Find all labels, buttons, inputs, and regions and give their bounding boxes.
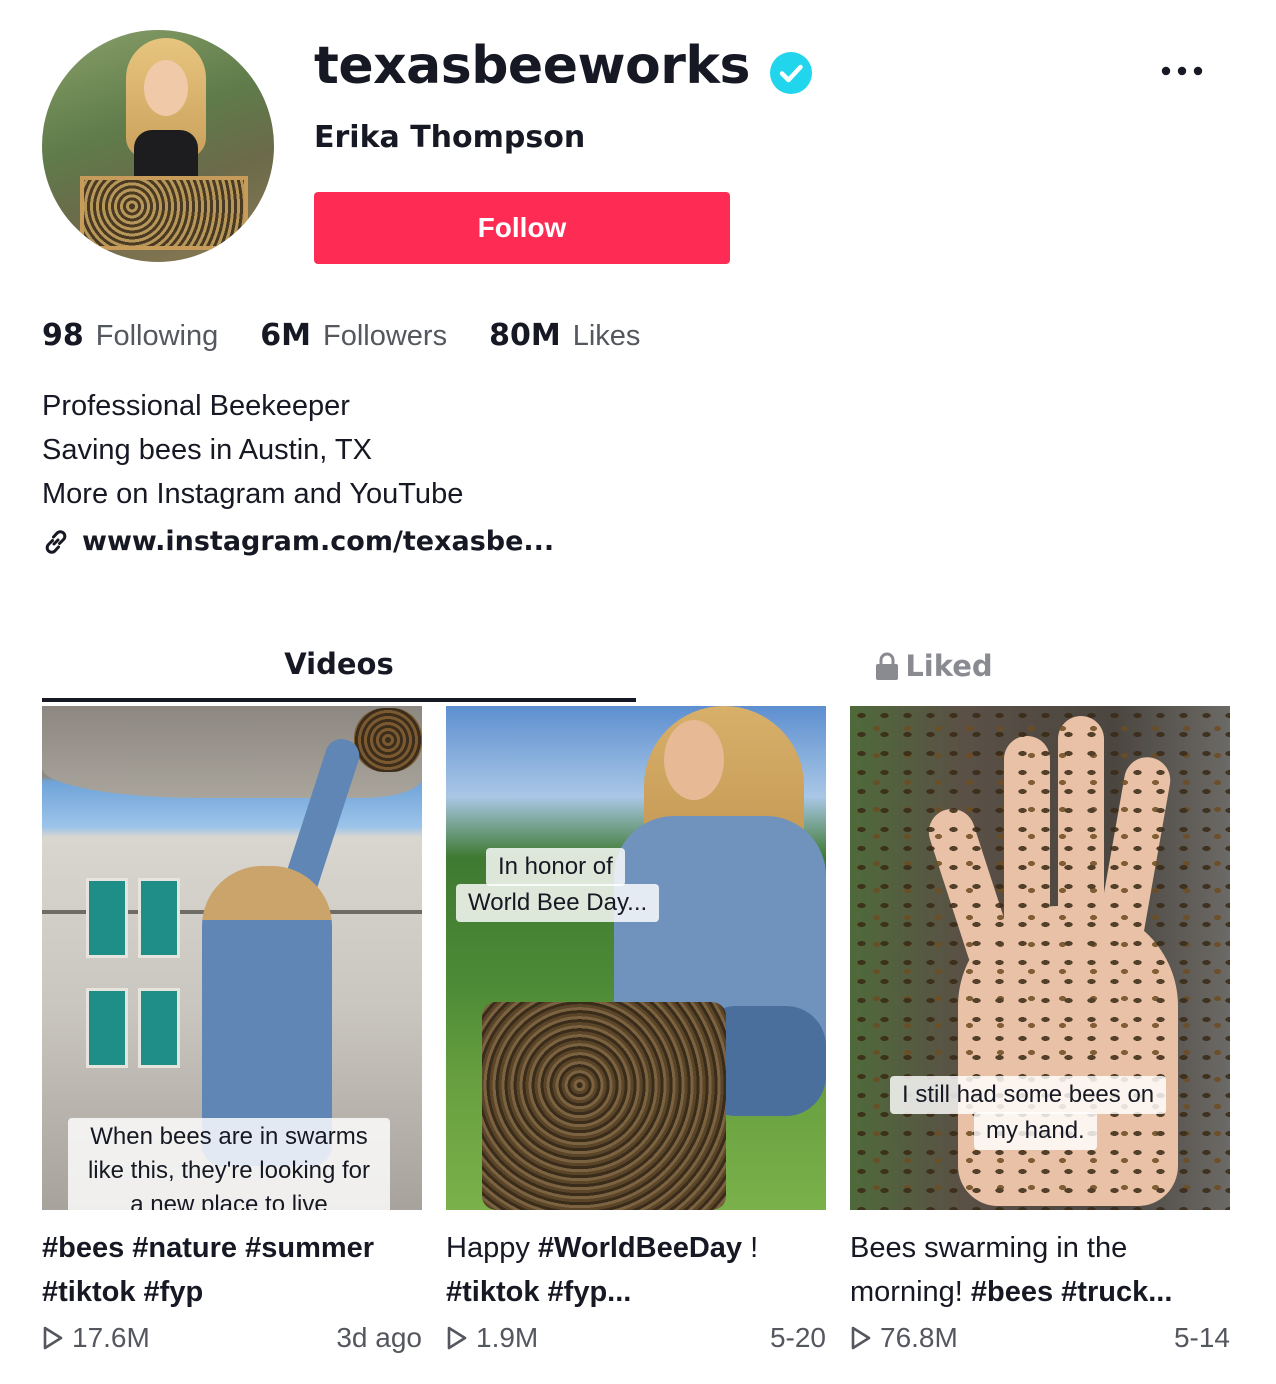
video-overlay-caption: my hand. [974,1112,1097,1150]
video-thumbnail[interactable]: When bees are in swarms like this, they'… [42,706,422,1210]
play-icon [851,1326,871,1350]
video-desc-text: Bees swarming in the [850,1232,1128,1264]
video-description: #bees #nature #summer #tiktok #fyp [42,1226,422,1314]
tab-label: Videos [284,647,394,681]
stat-label: Likes [572,320,641,352]
verified-check-icon [770,52,812,94]
video-hashtags[interactable]: #WorldBeeDay [538,1232,742,1264]
bio-line: More on Instagram and YouTube [42,478,464,510]
video-meta: 76.8M 5-14 [850,1322,1230,1354]
profile-username: texasbeeworks [314,36,750,96]
video-thumbnail[interactable]: I still had some bees on my hand. [850,706,1230,1210]
tab-label: Liked [905,649,993,683]
overlay-line: World Bee Day... [468,889,648,916]
stat-following[interactable]: 98 Following [42,318,218,353]
video-overlay-caption: When bees are in swarms like this, they'… [68,1118,390,1210]
video-description: Happy #WorldBeeDay ! #tiktok #fyp... [446,1226,826,1314]
bio-line: Professional Beekeeper [42,390,350,422]
overlay-line: In honor of [498,853,613,880]
profile-nickname: Erika Thompson [314,120,586,155]
stat-followers[interactable]: 6M Followers [260,318,447,353]
follow-button[interactable]: Follow [314,192,730,264]
video-view-count: 17.6M [72,1322,150,1353]
video-card[interactable]: When bees are in swarms like this, they'… [42,706,422,1354]
video-desc-text: morning! [850,1276,971,1308]
profile-avatar [42,30,274,262]
video-date: 5-14 [1173,1322,1230,1353]
profile-tabs: Videos Liked [42,630,1230,702]
profile-stats: 98 Following 6M Followers 80M Likes [42,318,640,353]
link-icon [45,529,67,554]
video-desc-text: ! [742,1232,759,1264]
video-hashtags[interactable]: #tiktok #fyp [42,1276,203,1308]
stat-likes: 80M Likes [489,318,640,353]
video-hashtags[interactable]: #bees #nature #summer [42,1232,374,1264]
video-meta: 17.6M 3d ago [42,1322,422,1354]
video-overlay-caption: I still had some bees on [890,1076,1167,1114]
profile-bio: Professional Beekeeper Saving bees in Au… [42,384,463,516]
video-date: 3d ago [336,1322,422,1353]
stat-label: Following [95,320,219,352]
video-views: 76.8M [850,1322,958,1354]
overlay-line: my hand. [986,1117,1085,1144]
video-overlay-caption: In honor of [486,848,625,886]
play-icon [43,1326,63,1350]
bio-link-text: www.instagram.com/texasbe... [82,526,555,557]
video-card[interactable]: I still had some bees on my hand. Bees s… [850,706,1230,1354]
video-overlay-caption: World Bee Day... [456,884,660,922]
video-view-count: 76.8M [880,1322,958,1353]
lock-icon [876,652,899,680]
tab-liked[interactable]: Liked [636,630,1230,702]
video-hashtags[interactable]: #tiktok #fyp... [446,1276,631,1308]
video-desc-text: Happy [446,1232,538,1264]
stat-value: 98 [42,318,84,353]
more-horizontal-icon[interactable] [1160,58,1204,84]
video-views: 1.9M [446,1322,538,1354]
video-thumbnail[interactable]: In honor of World Bee Day... [446,706,826,1210]
video-meta: 1.9M 5-20 [446,1322,826,1354]
overlay-line: I still had some bees on [902,1081,1155,1108]
tab-videos[interactable]: Videos [42,630,636,702]
video-view-count: 1.9M [476,1322,539,1353]
video-views: 17.6M [42,1322,150,1354]
video-date: 5-20 [769,1322,826,1353]
stat-value: 6M [260,318,311,353]
video-hashtags[interactable]: #bees #truck... [971,1276,1173,1308]
stat-value: 80M [489,318,561,353]
stat-label: Followers [322,320,448,352]
video-card[interactable]: In honor of World Bee Day... Happy #Worl… [446,706,826,1354]
bio-link[interactable]: www.instagram.com/texasbe... [42,526,554,557]
play-icon [447,1326,467,1350]
video-description: Bees swarming in the morning! #bees #tru… [850,1226,1230,1314]
bio-line: Saving bees in Austin, TX [42,434,372,466]
